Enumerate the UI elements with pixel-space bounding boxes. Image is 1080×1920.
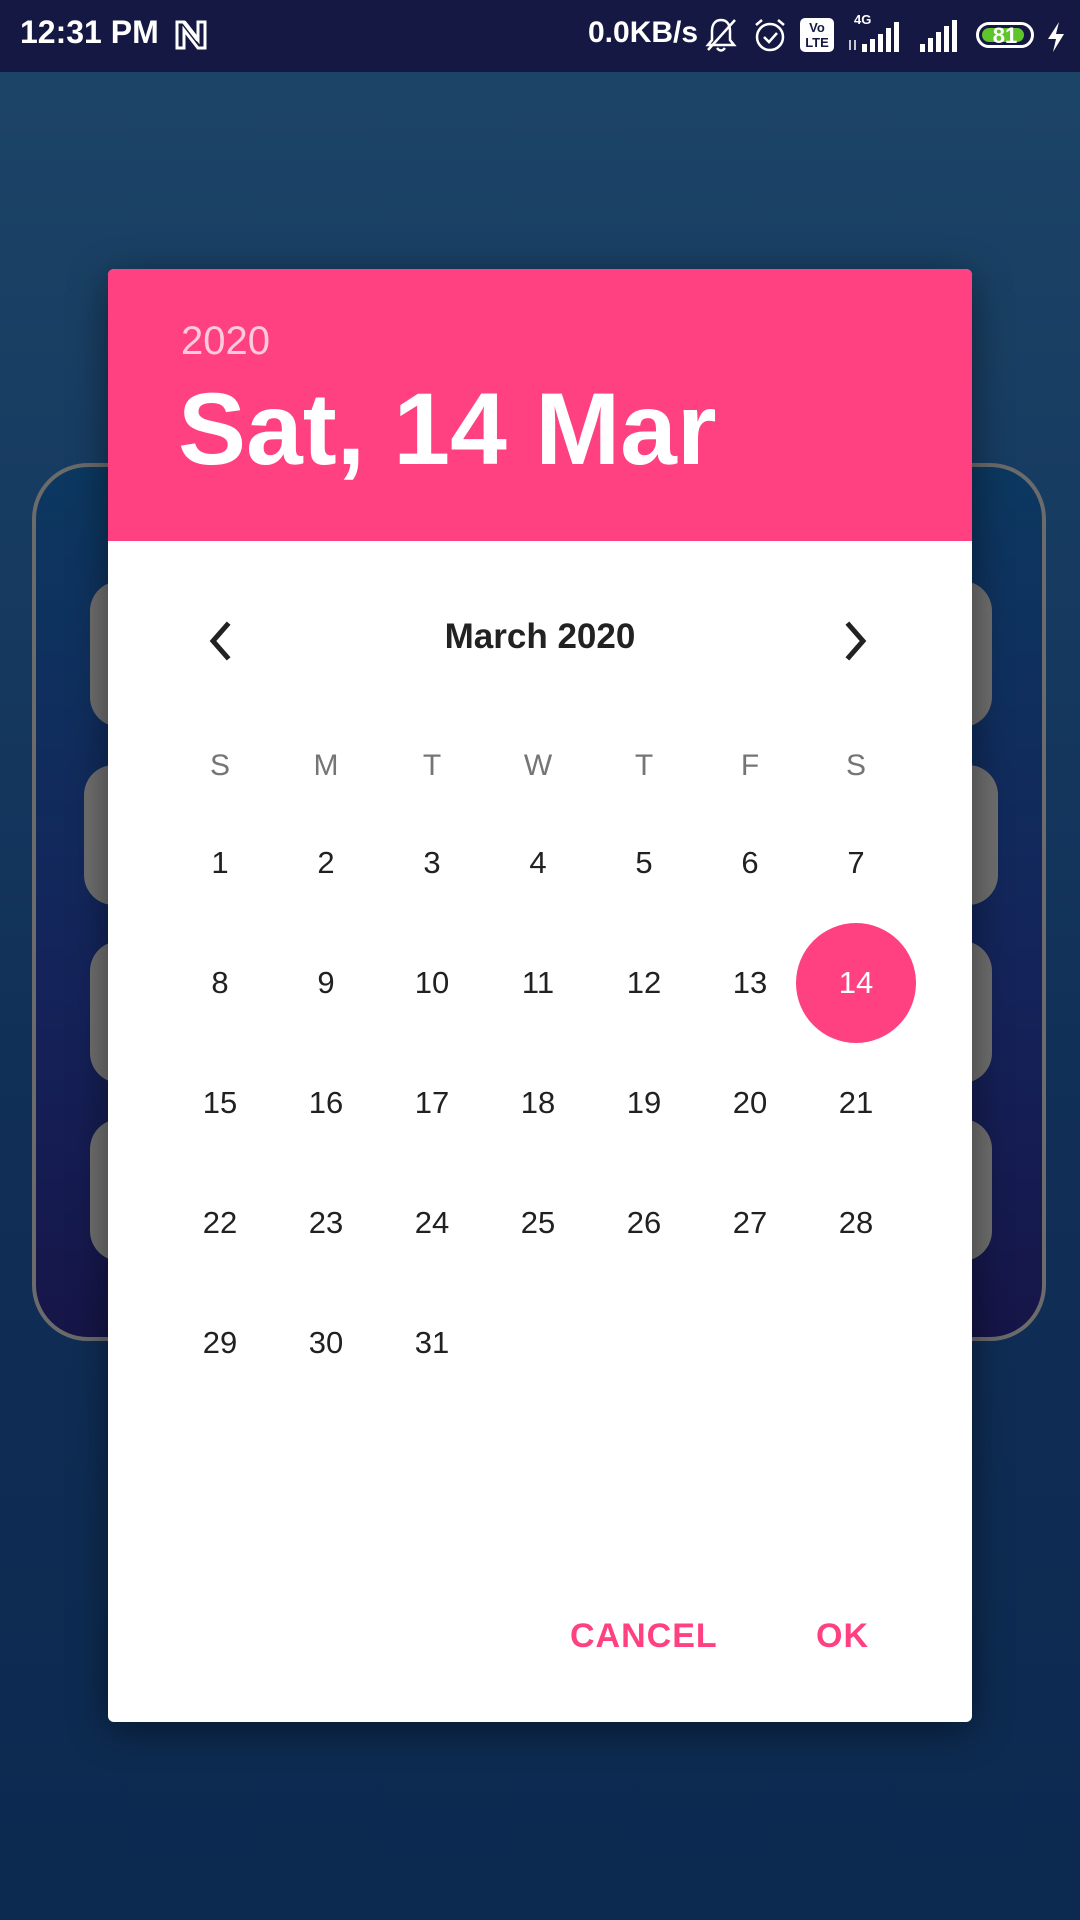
weekday-label: F (740, 749, 760, 782)
weekday-label: W (523, 749, 553, 782)
calendar-day[interactable]: 31 (372, 1283, 492, 1403)
status-bar: 12:31 PM 0.0KB/s Vo LTE 4G 81 (0, 0, 1080, 72)
selected-year[interactable]: 2020 (181, 319, 270, 364)
weekday-label: S (845, 749, 866, 782)
selected-date[interactable]: Sat, 14 Mar (178, 371, 717, 488)
calendar-day[interactable]: 19 (584, 1043, 704, 1163)
weekday-label: S (209, 749, 230, 782)
calendar-day[interactable]: 27 (690, 1163, 810, 1283)
mute-bell-icon (705, 18, 737, 52)
charging-icon (1048, 22, 1064, 52)
calendar-day[interactable]: 22 (160, 1163, 280, 1283)
calendar-day[interactable]: 21 (796, 1043, 916, 1163)
alarm-icon (755, 19, 785, 52)
network-speed: 0.0KB/s (588, 16, 699, 49)
ok-button[interactable]: OK (816, 1617, 869, 1656)
calendar-day[interactable]: 20 (690, 1043, 810, 1163)
weekday-label: T (634, 749, 654, 782)
chevron-right-icon (845, 621, 867, 661)
calendar-day[interactable]: 12 (584, 923, 704, 1043)
calendar-day[interactable]: 17 (372, 1043, 492, 1163)
calendar-day[interactable]: 30 (266, 1283, 386, 1403)
calendar-day[interactable]: 29 (160, 1283, 280, 1403)
calendar-day[interactable]: 2 (266, 803, 386, 923)
calendar-day[interactable]: 18 (478, 1043, 598, 1163)
status-time: 12:31 PM (20, 14, 159, 50)
calendar-day[interactable]: 25 (478, 1163, 598, 1283)
calendar-day[interactable]: 26 (584, 1163, 704, 1283)
calendar-day[interactable]: 9 (266, 923, 386, 1043)
cancel-button[interactable]: CANCEL (570, 1617, 718, 1656)
volte-icon: Vo LTE (800, 18, 834, 52)
calendar-day[interactable]: 3 (372, 803, 492, 923)
calendar-day[interactable]: 6 (690, 803, 810, 923)
calendar-day[interactable]: 10 (372, 923, 492, 1043)
calendar-day[interactable]: 28 (796, 1163, 916, 1283)
battery-level: 81 (992, 23, 1018, 48)
weekday-label: M (313, 749, 339, 782)
calendar-day[interactable]: 24 (372, 1163, 492, 1283)
calendar-day[interactable]: 7 (796, 803, 916, 923)
calendar-day[interactable]: 16 (266, 1043, 386, 1163)
calendar-day[interactable]: 1 (160, 803, 280, 923)
selected-day[interactable]: 14 (796, 923, 916, 1043)
weekday-label: T (422, 749, 442, 782)
signal-4g-icon: 4G (846, 12, 908, 54)
date-picker-dialog: 2020 Sat, 14 Mar March 2020 SMTWTFS 1234… (108, 269, 972, 1722)
signal-icon (920, 20, 957, 52)
calendar-day[interactable]: 15 (160, 1043, 280, 1163)
calendar-day[interactable]: 11 (478, 923, 598, 1043)
calendar-day[interactable]: 4 (478, 803, 598, 923)
calendar-day[interactable]: 5 (584, 803, 704, 923)
calendar-day[interactable]: 23 (266, 1163, 386, 1283)
calendar-day[interactable]: 8 (160, 923, 280, 1043)
n-app-icon (175, 20, 207, 50)
calendar-day[interactable]: 13 (690, 923, 810, 1043)
battery-icon: 81 (976, 22, 1034, 48)
next-month-button[interactable] (824, 609, 888, 673)
date-picker-header: 2020 Sat, 14 Mar (108, 269, 972, 541)
